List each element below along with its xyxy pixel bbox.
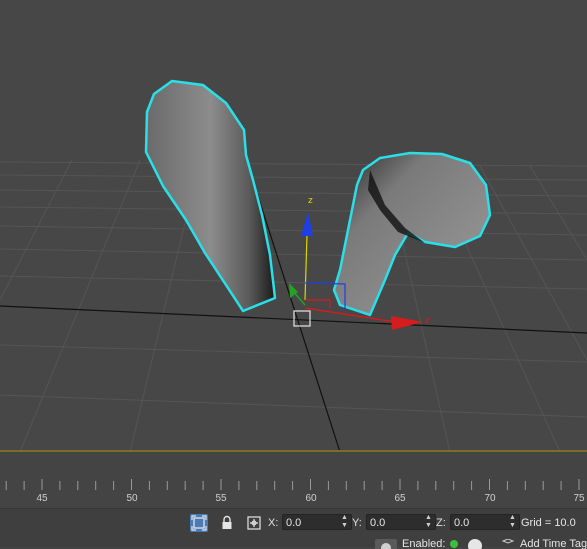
tick-label: 60 bbox=[305, 493, 317, 504]
time-ruler bbox=[5, 479, 580, 490]
track-bar[interactable] bbox=[0, 452, 587, 507]
absolute-mode-icon[interactable] bbox=[245, 514, 263, 532]
add-time-tag-label[interactable]: Add Time Tag bbox=[520, 539, 587, 549]
status-bar: X: 0.0 ▲ ▼ Y: 0.0 ▲ ▼ Z: 0.0 ▲ ▼ Grid = 10.… bbox=[0, 508, 587, 549]
y-coord-label: Y: bbox=[352, 517, 362, 529]
y-coord-spinner[interactable]: ▲ ▼ bbox=[425, 514, 433, 530]
x-coord-spinner[interactable]: ▲ ▼ bbox=[341, 514, 349, 530]
tick-label: 70 bbox=[484, 493, 496, 504]
tick-label: 65 bbox=[394, 493, 406, 504]
gizmo-x-label: z bbox=[425, 316, 430, 326]
x-coord-label: X: bbox=[268, 517, 279, 529]
right-ear-mesh bbox=[332, 151, 492, 317]
grid-size-label: Grid = 10.0 bbox=[521, 517, 576, 529]
left-ear-mesh bbox=[144, 79, 277, 313]
selection-lock-icon[interactable] bbox=[190, 514, 208, 532]
grid-y-axis-line bbox=[247, 164, 341, 452]
tick-label: 75 bbox=[573, 493, 585, 504]
tick-label: 45 bbox=[36, 493, 48, 504]
perspective-viewport[interactable]: z z bbox=[0, 0, 587, 452]
gizmo-z-label: z bbox=[308, 196, 313, 206]
tick-label: 50 bbox=[126, 493, 138, 504]
z-coord-label: Z: bbox=[436, 517, 446, 529]
z-coord-spinner[interactable]: ▲ ▼ bbox=[509, 514, 517, 530]
enabled-label: Enabled: bbox=[402, 539, 446, 549]
lock-icon[interactable] bbox=[218, 514, 236, 532]
tick-label: 55 bbox=[215, 493, 227, 504]
time-tag-row: Enabled: Add Time Tag bbox=[375, 539, 587, 549]
